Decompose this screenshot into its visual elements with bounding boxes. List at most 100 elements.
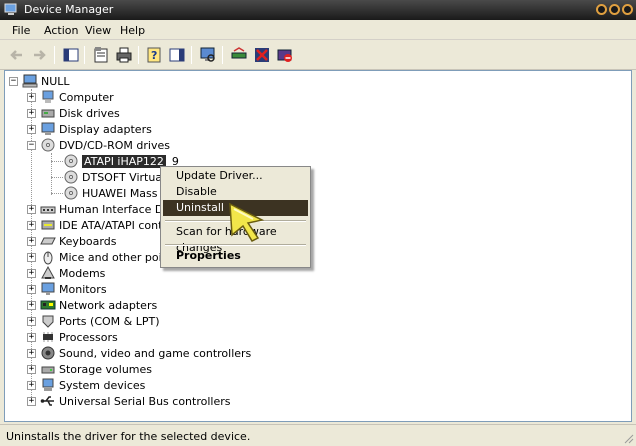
help-icon[interactable]: ? xyxy=(146,46,164,64)
toolbar: ? xyxy=(0,40,636,70)
expand-toggle[interactable]: + xyxy=(27,364,36,374)
status-bar: Uninstalls the driver for the selected d… xyxy=(0,424,636,446)
tree-root[interactable]: − NULL xyxy=(9,73,70,89)
expand-toggle[interactable]: + xyxy=(27,316,36,326)
tree-item-hid[interactable]: + Human Interface Devi xyxy=(27,201,180,217)
tree-item-label: Processors xyxy=(59,330,118,344)
menu-separator xyxy=(165,244,306,246)
tree-item-processors[interactable]: + Processors xyxy=(27,329,118,345)
tree-item-label: DVD/CD-ROM drives xyxy=(59,138,170,152)
menu-item-disable[interactable]: Disable xyxy=(163,184,308,200)
tree-item-label: Storage volumes xyxy=(59,362,153,376)
resize-grip-icon[interactable] xyxy=(622,432,634,444)
maximize-button[interactable] xyxy=(609,4,620,15)
tree-item-label: Computer xyxy=(59,90,114,104)
collapse-toggle[interactable]: − xyxy=(9,76,18,86)
device-manager-window: Device Manager File Action View Help ? −… xyxy=(0,0,636,446)
expand-toggle[interactable]: + xyxy=(27,348,36,358)
scan-hardware-icon[interactable] xyxy=(199,46,217,64)
tree-item-label: Network adapters xyxy=(59,298,158,312)
tree-item-keyboards[interactable]: + Keyboards xyxy=(27,233,116,249)
tree-item-display-adapters[interactable]: + Display adapters xyxy=(27,121,152,137)
show-hide-console-tree-icon[interactable] xyxy=(62,46,80,64)
disable-device-icon[interactable] xyxy=(276,46,294,64)
toolbar-separator xyxy=(138,46,139,64)
keyboard-icon xyxy=(40,237,56,245)
tree-item-disk-drives[interactable]: + Disk drives xyxy=(27,105,120,121)
cdrom-drive-icon xyxy=(64,170,78,184)
disk-drive-icon xyxy=(41,109,55,118)
toolbar-separator xyxy=(84,46,85,64)
tree-item-sound-video[interactable]: + Sound, video and game controllers xyxy=(27,345,251,361)
tree-item-usb[interactable]: + Universal Serial Bus controllers xyxy=(27,393,230,409)
properties-icon[interactable] xyxy=(92,46,110,64)
menu-item-update-driver[interactable]: Update Driver... xyxy=(163,168,308,184)
minimize-button[interactable] xyxy=(596,4,607,15)
expand-toggle[interactable]: + xyxy=(27,284,36,294)
tree-item-huawei-mass[interactable]: HUAWEI Mass St xyxy=(63,185,172,201)
collapse-toggle[interactable]: − xyxy=(27,140,36,150)
expand-toggle[interactable]: + xyxy=(27,380,36,390)
tree-item-ide-ata[interactable]: + IDE ATA/ATAPI contro xyxy=(27,217,173,233)
expand-toggle[interactable]: + xyxy=(27,268,36,278)
port-icon xyxy=(42,315,54,328)
tree-root-label: NULL xyxy=(41,74,70,88)
print-icon[interactable] xyxy=(115,46,133,64)
tree-item-label: Universal Serial Bus controllers xyxy=(59,394,231,408)
tree-connector xyxy=(51,161,63,162)
menu-bar: File Action View Help xyxy=(0,20,636,40)
window-title: Device Manager xyxy=(24,3,114,16)
tree-item-network-adapters[interactable]: + Network adapters xyxy=(27,297,157,313)
system-device-icon xyxy=(42,378,54,391)
uninstall-icon[interactable] xyxy=(253,46,271,64)
modem-icon xyxy=(41,265,55,279)
device-tree[interactable]: − NULL + Computer + Disk drives + Displa… xyxy=(4,70,632,422)
menu-file[interactable]: File xyxy=(12,24,30,37)
tree-item-system-devices[interactable]: + System devices xyxy=(27,377,145,393)
expand-toggle[interactable]: + xyxy=(27,92,36,102)
tree-item-storage-volumes[interactable]: + Storage volumes xyxy=(27,361,152,377)
usb-icon xyxy=(40,396,54,406)
tree-item-label: Ports (COM & LPT) xyxy=(59,314,160,328)
forward-arrow-icon[interactable] xyxy=(30,46,48,64)
tree-item-label: IDE ATA/ATAPI contro xyxy=(59,218,174,232)
tree-item-ports[interactable]: + Ports (COM & LPT) xyxy=(27,313,160,329)
menu-view[interactable]: View xyxy=(85,24,111,37)
status-text: Uninstalls the driver for the selected d… xyxy=(6,430,251,443)
expand-toggle[interactable]: + xyxy=(27,332,36,342)
close-button[interactable] xyxy=(622,4,633,15)
tree-item-label: Keyboards xyxy=(59,234,117,248)
tree-item-modems[interactable]: + Modems xyxy=(27,265,105,281)
toolbar-separator xyxy=(222,46,223,64)
expand-toggle[interactable]: + xyxy=(27,108,36,118)
storage-icon xyxy=(41,366,55,374)
back-arrow-icon[interactable] xyxy=(8,46,26,64)
expand-toggle[interactable]: + xyxy=(27,236,36,246)
tree-item-label: Display adapters xyxy=(59,122,152,136)
expand-toggle[interactable]: + xyxy=(27,220,36,230)
tree-item-computer[interactable]: + Computer xyxy=(27,89,114,105)
show-hide-action-pane-icon[interactable] xyxy=(168,46,186,64)
update-driver-icon[interactable] xyxy=(230,46,248,64)
menu-help[interactable]: Help xyxy=(120,24,145,37)
tree-connector xyxy=(51,153,52,195)
mouse-cursor-icon xyxy=(229,202,265,242)
tree-item-label: System devices xyxy=(59,378,146,392)
expand-toggle[interactable]: + xyxy=(27,252,36,262)
expand-toggle[interactable]: + xyxy=(27,124,36,134)
expand-toggle[interactable]: + xyxy=(27,204,36,214)
expand-toggle[interactable]: + xyxy=(27,300,36,310)
selected-device-label: ATAPI iHAP122 xyxy=(82,154,166,168)
tree-item-monitors[interactable]: + Monitors xyxy=(27,281,107,297)
tree-item-dvd-cdrom[interactable]: − DVD/CD-ROM drives xyxy=(27,137,170,153)
ide-icon xyxy=(41,220,55,230)
expand-toggle[interactable]: + xyxy=(27,396,36,406)
tree-item-label: Sound, video and game controllers xyxy=(59,346,252,360)
toolbar-separator xyxy=(191,46,192,64)
toolbar-separator xyxy=(54,46,55,64)
monitor-icon xyxy=(41,282,55,295)
menu-item-properties[interactable]: Properties xyxy=(163,248,308,264)
mouse-icon xyxy=(43,251,53,265)
menu-action[interactable]: Action xyxy=(44,24,78,37)
title-bar[interactable]: Device Manager xyxy=(0,0,636,20)
